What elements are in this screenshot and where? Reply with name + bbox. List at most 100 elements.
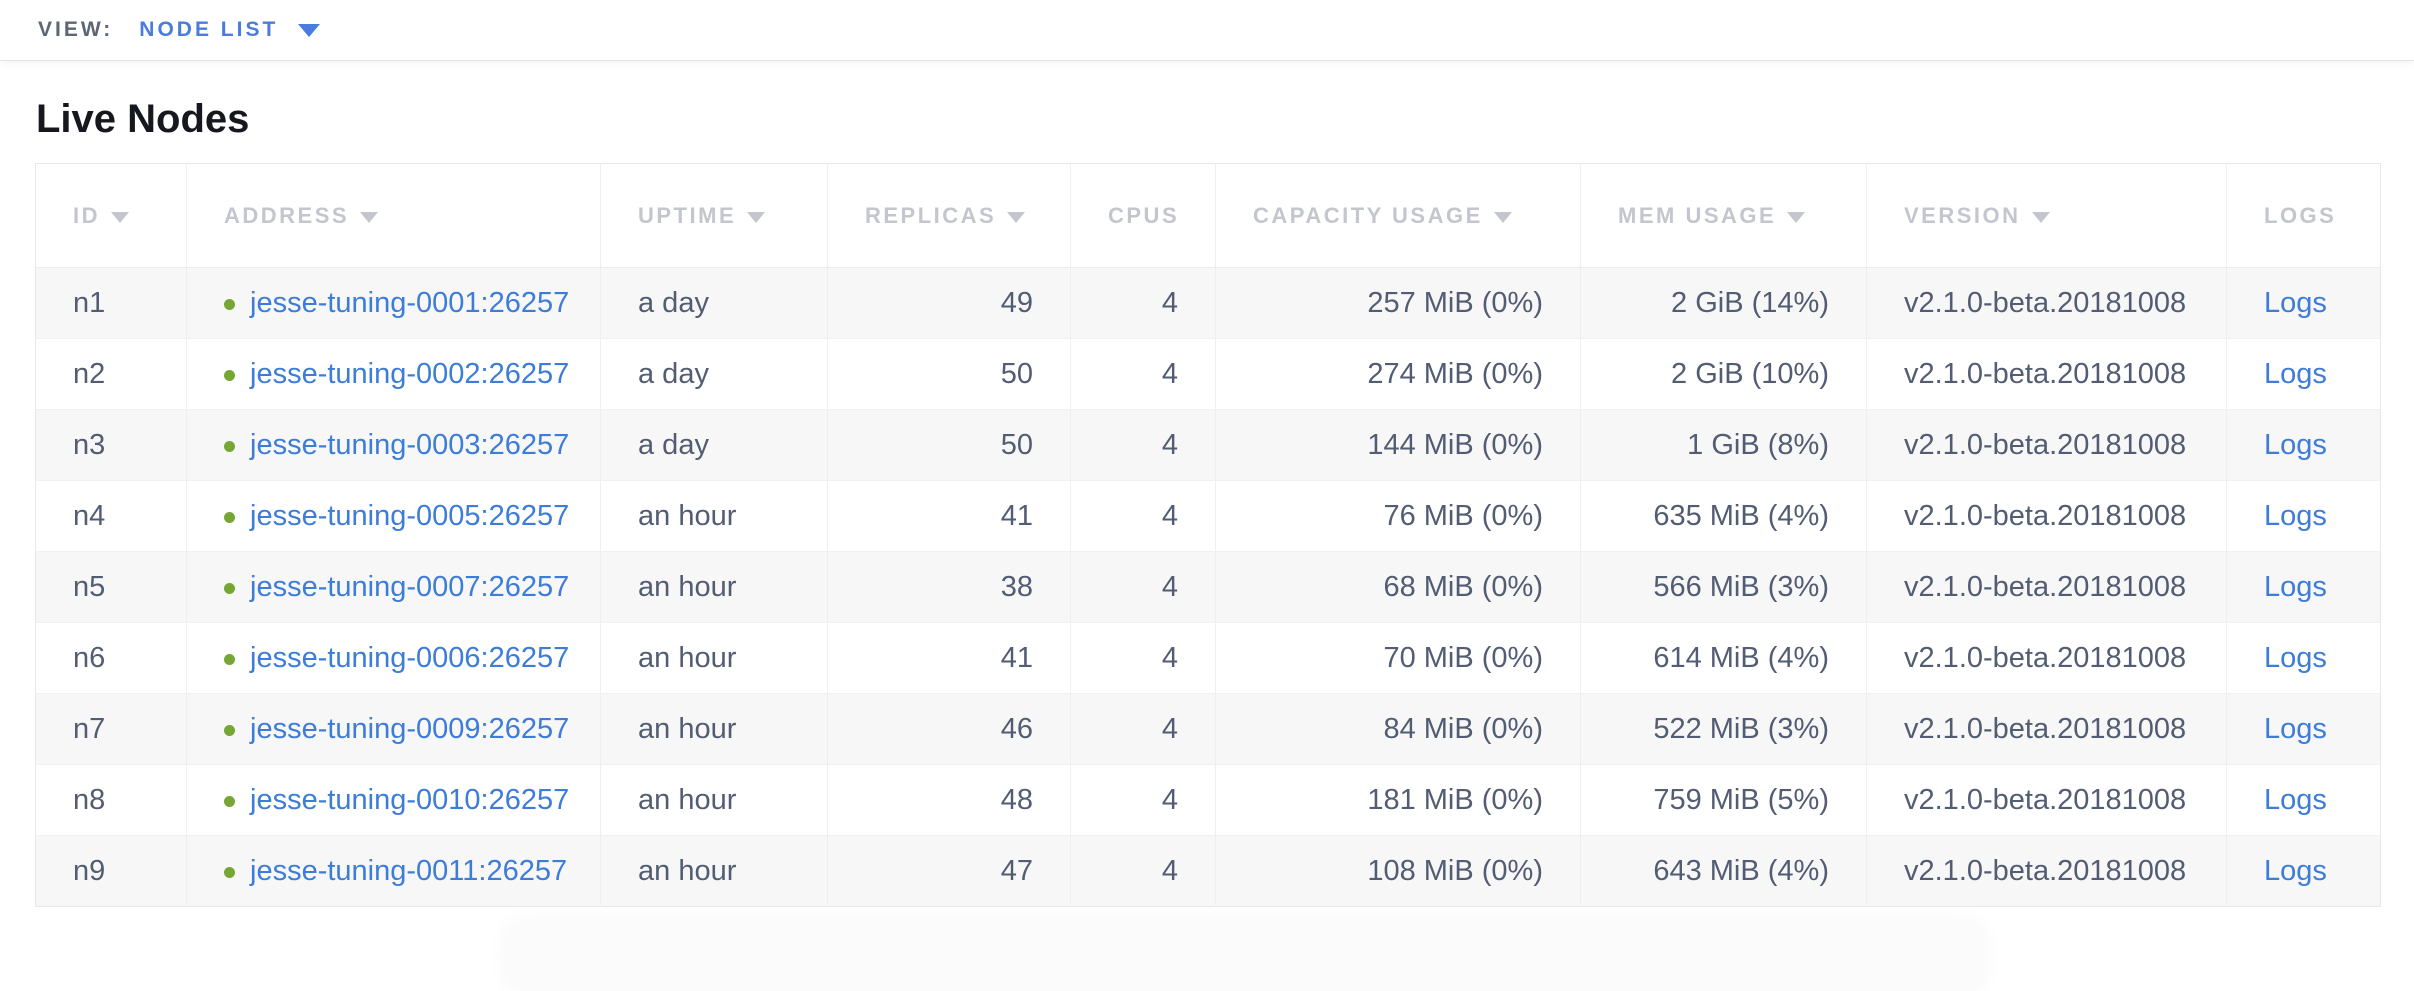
view-dropdown[interactable]: NODE LIST [139,18,320,42]
cell-uptime: a day [601,339,828,410]
table-body: n1 jesse-tuning-0001:26257 a day 49 4 25… [36,268,2381,907]
cell-capacity-usage: 84 MiB (0%) [1216,694,1581,765]
node-live-status-dot-icon [224,725,235,736]
column-header-cpus: CPUS [1071,164,1216,268]
node-address-link[interactable]: jesse-tuning-0005:26257 [250,500,569,532]
cell-replicas: 47 [828,836,1071,907]
cell-logs: Logs [2227,268,2381,339]
cell-cpus: 4 [1071,765,1216,836]
logs-link[interactable]: Logs [2264,784,2327,816]
column-header-id[interactable]: ID [36,164,187,268]
logs-link[interactable]: Logs [2264,855,2327,887]
table-row: n9 jesse-tuning-0011:26257 an hour 47 4 … [36,836,2381,907]
cell-address: jesse-tuning-0009:26257 [187,694,601,765]
node-address-link[interactable]: jesse-tuning-0007:26257 [250,571,569,603]
cell-uptime: an hour [601,552,828,623]
node-live-status-dot-icon [224,654,235,665]
cell-mem-usage: 614 MiB (4%) [1581,623,1867,694]
logs-link[interactable]: Logs [2264,287,2327,319]
column-header-capacity[interactable]: CAPACITY USAGE [1216,164,1581,268]
cell-uptime: a day [601,268,828,339]
column-header-version[interactable]: VERSION [1867,164,2227,268]
cell-version: v2.1.0-beta.20181008 [1867,481,2227,552]
live-nodes-section: ID ADDRESSUPTIME REPLICAS CPUS CAPACITY USAG… [35,163,2380,907]
cell-logs: Logs [2227,552,2381,623]
node-live-status-dot-icon [224,583,235,594]
node-address-link[interactable]: jesse-tuning-0003:26257 [250,429,569,461]
cell-address: jesse-tuning-0007:26257 [187,552,601,623]
cell-version: v2.1.0-beta.20181008 [1867,765,2227,836]
cell-address: jesse-tuning-0011:26257 [187,836,601,907]
cell-mem-usage: 643 MiB (4%) [1581,836,1867,907]
cell-id: n2 [36,339,187,410]
node-address-link[interactable]: jesse-tuning-0010:26257 [250,784,569,816]
cell-capacity-usage: 144 MiB (0%) [1216,410,1581,481]
cell-address: jesse-tuning-0003:26257 [187,410,601,481]
cell-version: v2.1.0-beta.20181008 [1867,694,2227,765]
column-header-label: REPLICAS [865,203,996,228]
live-nodes-table: ID ADDRESSUPTIME REPLICAS CPUS CAPACITY USAG… [35,163,2381,907]
cell-mem-usage: 1 GiB (8%) [1581,410,1867,481]
cell-mem-usage: 522 MiB (3%) [1581,694,1867,765]
cell-id: n9 [36,836,187,907]
cell-address: jesse-tuning-0001:26257 [187,268,601,339]
logs-link[interactable]: Logs [2264,358,2327,390]
cell-cpus: 4 [1071,623,1216,694]
node-live-status-dot-icon [224,370,235,381]
cell-cpus: 4 [1071,268,1216,339]
logs-link[interactable]: Logs [2264,642,2327,674]
sort-desc-icon [1494,212,1512,223]
cell-uptime: an hour [601,694,828,765]
cell-logs: Logs [2227,410,2381,481]
cell-mem-usage: 759 MiB (5%) [1581,765,1867,836]
cell-replicas: 41 [828,623,1071,694]
table-row: n8 jesse-tuning-0010:26257 an hour 48 4 … [36,765,2381,836]
cell-mem-usage: 566 MiB (3%) [1581,552,1867,623]
cell-logs: Logs [2227,765,2381,836]
node-live-status-dot-icon [224,796,235,807]
view-dropdown-value: NODE LIST [139,18,278,42]
cell-replicas: 41 [828,481,1071,552]
cell-cpus: 4 [1071,552,1216,623]
column-header-mem[interactable]: MEM USAGE [1581,164,1867,268]
chevron-down-icon [298,24,320,37]
cell-uptime: an hour [601,765,828,836]
node-address-link[interactable]: jesse-tuning-0009:26257 [250,713,569,745]
cell-mem-usage: 635 MiB (4%) [1581,481,1867,552]
column-header-label: ID [73,203,100,228]
node-live-status-dot-icon [224,441,235,452]
node-address-link[interactable]: jesse-tuning-0006:26257 [250,642,569,674]
node-address-link[interactable]: jesse-tuning-0011:26257 [250,855,567,887]
cell-capacity-usage: 257 MiB (0%) [1216,268,1581,339]
cell-address: jesse-tuning-0005:26257 [187,481,601,552]
column-header-address[interactable]: ADDRESS [187,164,601,268]
cell-capacity-usage: 68 MiB (0%) [1216,552,1581,623]
sort-desc-icon [111,212,129,223]
cell-capacity-usage: 70 MiB (0%) [1216,623,1581,694]
cell-cpus: 4 [1071,339,1216,410]
cell-replicas: 49 [828,268,1071,339]
cell-id: n7 [36,694,187,765]
logs-link[interactable]: Logs [2264,500,2327,532]
cell-uptime: an hour [601,623,828,694]
sort-desc-icon [360,212,378,223]
node-address-link[interactable]: jesse-tuning-0001:26257 [250,287,569,319]
column-header-label: CPUS [1108,203,1179,228]
cell-version: v2.1.0-beta.20181008 [1867,552,2227,623]
logs-link[interactable]: Logs [2264,713,2327,745]
view-selector-bar: VIEW: NODE LIST [0,0,2414,61]
logs-link[interactable]: Logs [2264,571,2327,603]
sort-desc-icon [747,212,765,223]
table-row: n6 jesse-tuning-0006:26257 an hour 41 4 … [36,623,2381,694]
column-header-uptime[interactable]: UPTIME [601,164,828,268]
node-address-link[interactable]: jesse-tuning-0002:26257 [250,358,569,390]
cell-address: jesse-tuning-0002:26257 [187,339,601,410]
cell-cpus: 4 [1071,694,1216,765]
cell-id: n3 [36,410,187,481]
column-header-label: CAPACITY USAGE [1253,203,1483,228]
column-header-replicas[interactable]: REPLICAS [828,164,1071,268]
cell-version: v2.1.0-beta.20181008 [1867,339,2227,410]
cell-capacity-usage: 181 MiB (0%) [1216,765,1581,836]
logs-link[interactable]: Logs [2264,429,2327,461]
cell-uptime: an hour [601,481,828,552]
